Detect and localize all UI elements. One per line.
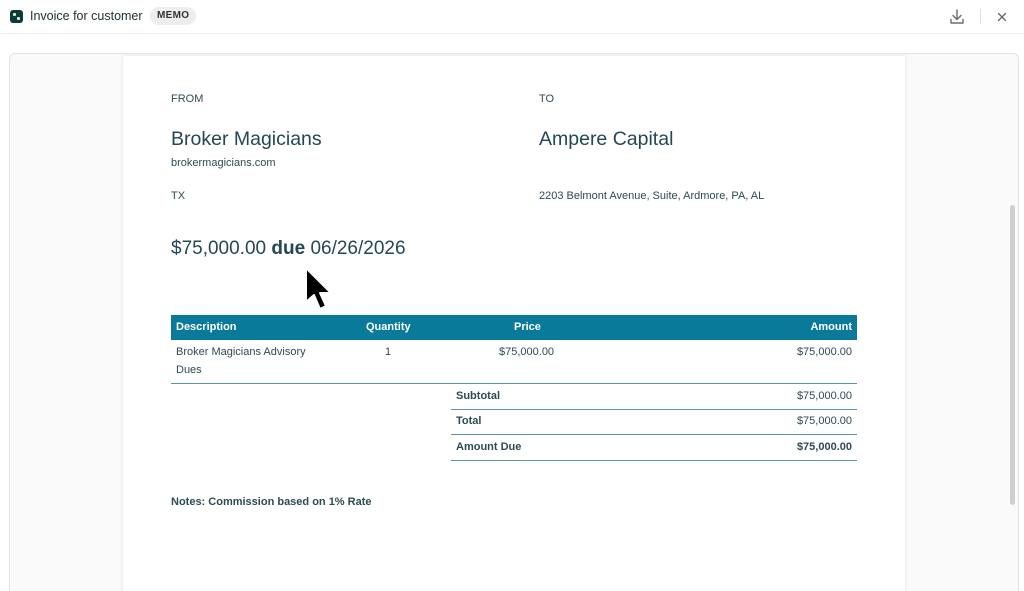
item-description-line1: Broker Magicians Advisory [176,346,306,358]
from-website: brokermagicians.com [171,157,276,169]
memo-badge: MEMO [150,7,197,25]
amount-due-label: Amount Due [456,441,522,453]
item-description-line2: Dues [176,364,202,376]
row-divider [171,383,857,384]
subtotal-label: Subtotal [456,390,500,402]
from-company-name: Broker Magicians [171,128,322,150]
close-button[interactable] [991,6,1013,28]
scrollbar-thumb[interactable] [1010,205,1015,505]
toolbar-divider [980,9,981,24]
due-word: due [271,238,306,259]
mouse-cursor-icon [305,267,332,310]
from-label: FROM [171,93,204,105]
item-amount: $75,000.00 [796,346,852,358]
amount-due-divider [451,460,857,461]
column-header-quantity: Quantity [366,321,411,333]
to-label: TO [539,93,555,105]
amount-due-value: $75,000.00 [171,238,267,259]
from-state: TX [171,190,186,202]
to-company-name: Ampere Capital [539,128,674,150]
download-icon [950,9,964,24]
total-label: Total [456,415,482,427]
invoice-notes: Notes: Commission based on 1% Rate [171,496,372,508]
column-header-description: Description [176,321,237,333]
total-divider [451,434,857,435]
due-date: 06/26/2026 [310,238,406,259]
subtotal-divider [451,409,857,410]
item-quantity: 1 [385,346,392,358]
download-button[interactable] [946,6,968,28]
to-address: 2203 Belmont Avenue, Suite, Ardmore, PA,… [539,190,765,202]
total-value: $75,000.00 [796,415,852,427]
window-title: Invoice for customer [30,9,143,23]
subtotal-value: $75,000.00 [796,390,852,402]
items-table-header: Description Quantity Price Amount [171,315,857,340]
column-header-amount: Amount [810,321,852,333]
app-logo-icon [10,10,23,23]
amount-due-total: $75,000.00 [796,441,852,453]
title-bar: Invoice for customer MEMO [0,0,1024,34]
close-icon [997,12,1007,22]
amount-due-heading: $75,000.00 due 06/26/2026 [171,238,406,260]
column-header-price: Price [514,321,541,333]
item-price: $75,000.00 [499,346,555,358]
